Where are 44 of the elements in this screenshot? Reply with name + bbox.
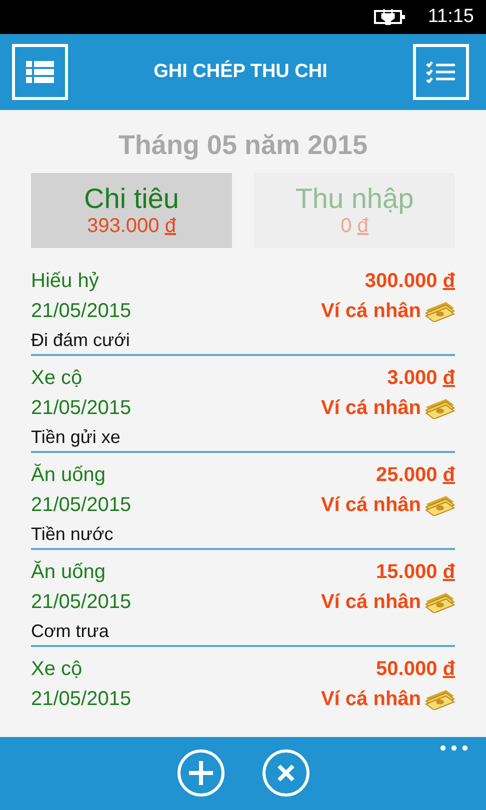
date-text: 21/05/2015 <box>31 494 132 516</box>
note-text: Tiền gửi xe <box>31 426 122 449</box>
money-stack-icon <box>425 688 455 710</box>
note-text: Đi đám cưới <box>31 329 131 352</box>
note-text: Tiền nước <box>31 523 114 546</box>
summary-tab[interactable]: Thu nhập 0 đ <box>254 173 455 248</box>
date-text: 21/05/2015 <box>31 590 132 614</box>
list-icon <box>26 61 54 83</box>
add-button[interactable] <box>176 749 224 797</box>
wallet-label: Ví cá nhân <box>320 396 421 420</box>
amount-text: 300.000 đ <box>364 270 455 292</box>
wallet-label: Ví cá nhân <box>320 688 421 710</box>
wallet-label: Ví cá nhân <box>320 590 421 614</box>
app-title: GHI CHÉP THU CHI <box>154 61 328 83</box>
checklist-button[interactable] <box>413 44 469 100</box>
amount-text: 15.000 đ <box>376 560 455 584</box>
wallet-label: Ví cá nhân <box>320 300 421 322</box>
money-stack-icon <box>425 300 455 322</box>
money-stack-icon <box>425 591 455 613</box>
date-text: 21/05/2015 <box>31 688 132 710</box>
category-label: Ăn uống <box>31 560 106 584</box>
clock-time: 11:15 <box>428 6 474 28</box>
close-icon <box>262 749 310 797</box>
add-icon <box>176 749 224 797</box>
note-text: Cơm trưa <box>31 620 110 643</box>
date-text: 21/05/2015 <box>31 300 132 322</box>
amount-text: 3.000 đ <box>387 366 455 390</box>
category-label: Hiếu hỷ <box>31 270 99 292</box>
amount-text: 25.000 đ <box>376 464 455 486</box>
money-stack-icon <box>425 494 455 516</box>
amount-text: 50.000 đ <box>376 658 455 680</box>
date-text: 21/05/2015 <box>31 396 132 420</box>
delete-button[interactable] <box>262 749 310 797</box>
checklist-icon <box>426 61 456 83</box>
wallet-label: Ví cá nhân <box>320 494 421 516</box>
summary-tab[interactable]: Chi tiêu 393.000 đ <box>31 173 232 248</box>
month-title: Tháng 05 năm 2015 <box>117 130 369 161</box>
money-stack-icon <box>425 397 455 419</box>
category-label: Xe cộ <box>31 366 82 390</box>
list-menu-button[interactable] <box>12 44 68 100</box>
category-label: Ăn uống <box>31 464 106 486</box>
more-icon[interactable] <box>440 745 468 751</box>
category-label: Xe cộ <box>31 658 82 680</box>
battery-charging-icon <box>374 9 406 25</box>
